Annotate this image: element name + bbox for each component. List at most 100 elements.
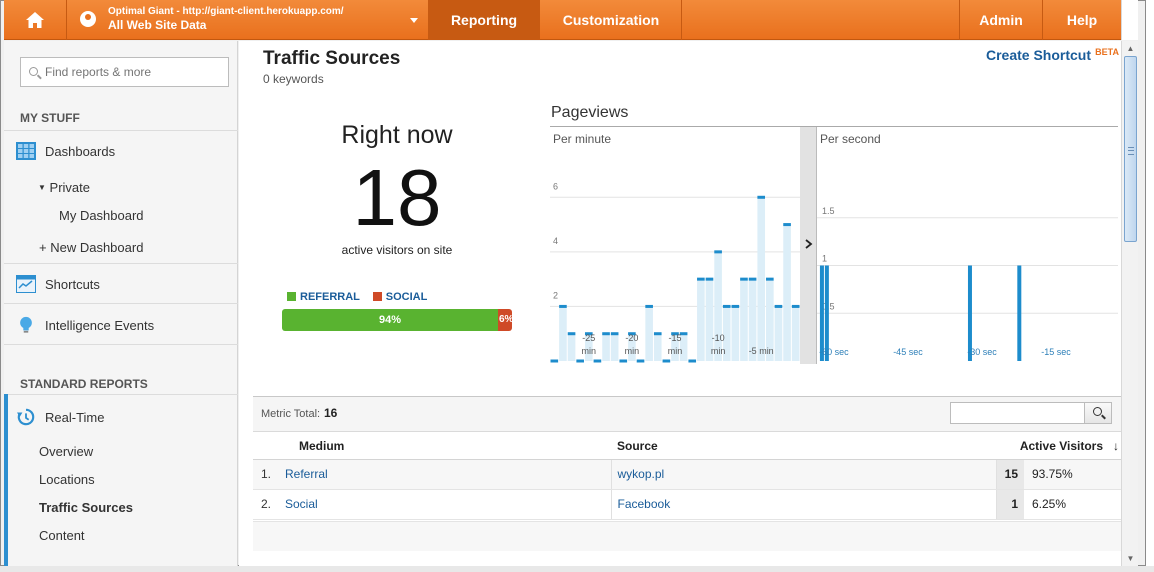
medium-link[interactable]: Social: [281, 489, 612, 520]
tab-reporting[interactable]: Reporting: [428, 0, 540, 40]
bar-fill: [610, 333, 619, 361]
account-url: Optimal Giant - http://giant-client.hero…: [108, 6, 344, 17]
bar-cap: [783, 223, 791, 227]
sidebar-item-label: Intelligence Events: [45, 318, 155, 333]
sidebar-item-label: Private: [49, 180, 91, 195]
table-footer: [253, 521, 1121, 551]
sidebar-item-overview[interactable]: Overview: [39, 444, 93, 459]
table-filter-input[interactable]: [951, 403, 1081, 423]
active-visitors-percent: 93.75%: [1024, 459, 1121, 490]
bar-fill: [567, 333, 576, 361]
bar-fill: [757, 197, 766, 361]
account-profile: All Web Site Data: [108, 18, 207, 32]
tab-help[interactable]: Help: [1043, 0, 1121, 40]
bar-cap: [705, 277, 714, 281]
divider: [4, 394, 238, 395]
active-visitors-value: 15: [996, 459, 1024, 490]
bar-cap: [610, 332, 619, 336]
column-header-medium[interactable]: Medium: [281, 433, 611, 460]
x-tick-label: -20: [625, 333, 638, 343]
scroll-up-icon[interactable]: ▲: [1125, 43, 1136, 54]
scroll-down-icon[interactable]: ▼: [1125, 553, 1136, 564]
sidebar-item-my-dashboard[interactable]: My Dashboard: [59, 208, 144, 223]
bar-fill: [653, 333, 662, 361]
bar-fill: [602, 333, 610, 361]
sidebar-item-intelligence-events[interactable]: Intelligence Events: [4, 310, 238, 340]
column-header-active-visitors[interactable]: Active Visitors ↓: [996, 433, 1121, 460]
sidebar: MY STUFF Dashboards ▼ Private My Dashboa…: [4, 41, 238, 566]
row-index: 1.: [253, 459, 281, 490]
create-shortcut-link[interactable]: Create Shortcut: [986, 47, 1091, 63]
bar-cap: [559, 304, 567, 308]
bar-cap: [740, 277, 748, 281]
sidebar-item-real-time[interactable]: Real-Time: [4, 402, 238, 432]
lightbulb-icon: [20, 316, 32, 333]
globe-icon: [80, 11, 96, 27]
x-tick-label-unit: min: [668, 346, 683, 356]
window-bottom-edge: [0, 566, 1154, 572]
legend-social: SOCIAL: [385, 291, 428, 303]
x-tick-label: -45 sec: [893, 347, 923, 357]
bar-cap: [576, 359, 584, 363]
y-tick-label: 4: [553, 236, 558, 246]
sidebar-item-label: Dashboards: [45, 144, 116, 159]
x-tick-label: -5 min: [749, 346, 774, 356]
sidebar-item-locations[interactable]: Locations: [39, 472, 95, 487]
x-tick-label: -30 sec: [967, 347, 997, 357]
top-nav-bar: Optimal Giant - http://giant-client.hero…: [4, 0, 1121, 40]
table-row: 2. Social Facebook 1 6.25%: [253, 489, 1121, 520]
bar-fill: [731, 306, 740, 361]
bar-fill: [783, 224, 791, 361]
x-tick-label-unit: min: [711, 346, 726, 356]
vertical-scrollbar[interactable]: ▲ ▼: [1121, 41, 1138, 566]
window-edge: [1146, 0, 1154, 572]
x-tick-label: -10: [712, 333, 725, 343]
bar-cap: [766, 277, 774, 281]
sidebar-item-shortcuts[interactable]: Shortcuts: [4, 269, 238, 299]
column-header-label: Active Visitors: [1019, 438, 1103, 453]
grip-icon: [1128, 147, 1134, 155]
home-button[interactable]: [4, 0, 66, 40]
source-link[interactable]: Facebook: [611, 489, 997, 520]
sidebar-item-content[interactable]: Content: [39, 528, 85, 543]
shortcuts-icon: [16, 275, 36, 293]
scrollbar-thumb[interactable]: [1124, 56, 1137, 242]
legend-referral: REFERRAL: [300, 291, 360, 303]
metric-total-value: 16: [324, 406, 338, 420]
bar-fill: [791, 306, 800, 361]
bar-cap: [645, 304, 653, 308]
social-segment: 6%: [498, 309, 512, 331]
column-header-source[interactable]: Source: [611, 433, 996, 460]
table-filter[interactable]: [950, 402, 1085, 424]
beta-badge: BETA: [1095, 47, 1119, 57]
medium-link[interactable]: Referral: [281, 459, 612, 490]
sidebar-item-private[interactable]: ▼ Private: [38, 180, 90, 195]
traffic-sources-table: Medium Source Active Visitors ↓ 1. Referr…: [253, 433, 1121, 520]
new-dashboard-link[interactable]: + New Dashboard: [39, 240, 143, 255]
bar-cap: [697, 277, 705, 281]
table-search-button[interactable]: [1084, 402, 1112, 424]
source-link[interactable]: wykop.pl: [611, 459, 997, 490]
search-input[interactable]: [45, 63, 220, 81]
per-minute-label: Per minute: [553, 132, 611, 146]
report-search[interactable]: [20, 57, 229, 87]
sidebar-item-traffic-sources[interactable]: Traffic Sources: [39, 500, 133, 515]
page-title: Traffic Sources: [263, 48, 401, 69]
pageviews-title: Pageviews: [551, 104, 629, 121]
tab-admin[interactable]: Admin: [960, 0, 1042, 40]
window-corner: [1121, 0, 1138, 40]
sidebar-item-dashboards[interactable]: Dashboards: [4, 136, 238, 166]
bar-fill: [559, 306, 567, 361]
bar-cap: [757, 195, 766, 199]
divider: [4, 263, 238, 264]
x-tick-label: -25: [582, 333, 595, 343]
traffic-mix-bar: 94% 6%: [282, 309, 512, 331]
page-subtitle: 0 keywords: [263, 72, 324, 86]
tab-customization[interactable]: Customization: [541, 0, 681, 40]
metric-total-label: Metric Total:: [261, 408, 321, 420]
bar-cap: [653, 332, 662, 336]
chevron-down-icon[interactable]: [410, 18, 418, 23]
standard-reports-heading: STANDARD REPORTS: [20, 377, 148, 391]
right-now-title: Right now: [341, 121, 453, 149]
bar-cap: [602, 332, 610, 336]
